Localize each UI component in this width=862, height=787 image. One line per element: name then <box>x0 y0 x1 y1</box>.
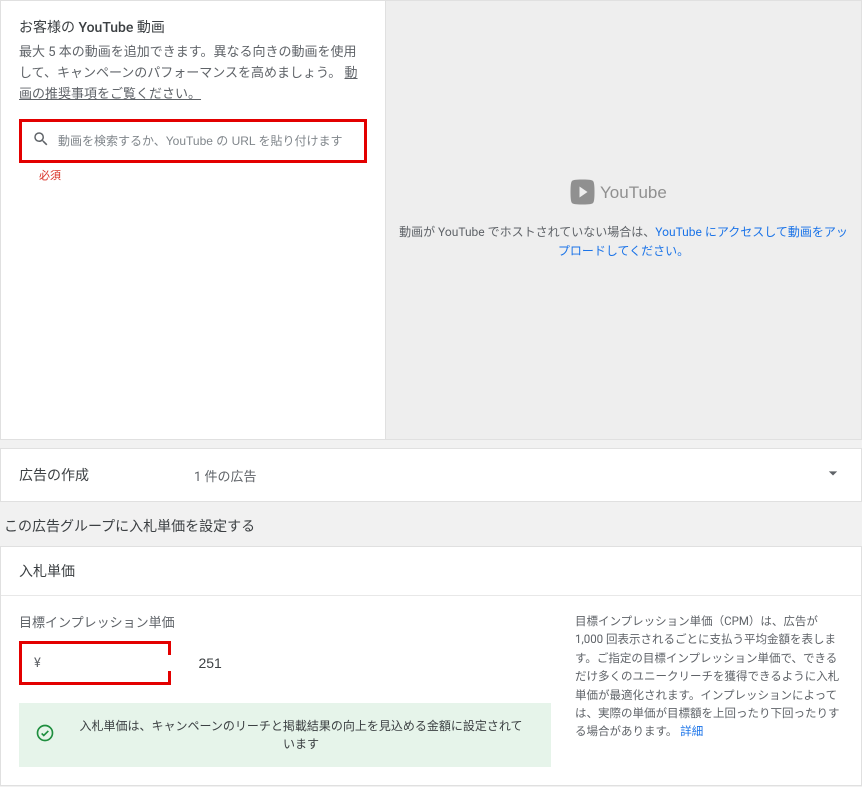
video-preview-panel: YouTube 動画が YouTube でホストされていない場合は、YouTub… <box>385 0 862 440</box>
bid-amount-input[interactable] <box>41 655 222 671</box>
ad-creation-row[interactable]: 広告の作成 1 件の広告 <box>0 448 862 502</box>
bid-input-box[interactable]: ¥ <box>19 641 171 685</box>
preview-hint-text: 動画が YouTube でホストされていない場合は、YouTube にアクセスし… <box>386 223 861 261</box>
youtube-panel-title: お客様の YouTube 動画 <box>19 17 367 37</box>
chevron-down-icon <box>823 463 843 487</box>
video-search-box[interactable] <box>19 119 367 163</box>
youtube-video-panel: お客様の YouTube 動画 最大 5 本の動画を追加できます。異なる向きの動… <box>0 0 385 440</box>
currency-symbol: ¥ <box>34 656 41 671</box>
bid-help-link[interactable]: 詳細 <box>680 724 703 738</box>
bid-field-label: 目標インプレッション単価 <box>19 612 551 631</box>
youtube-logo: YouTube <box>569 179 679 209</box>
search-icon <box>32 130 50 152</box>
video-search-input[interactable] <box>58 134 354 148</box>
bid-card: 入札単価 目標インプレッション単価 ¥ 入札単価は、キャンペーンのリーチと掲載結… <box>0 546 862 786</box>
youtube-panel-description: 最大 5 本の動画を追加できます。異なる向きの動画を使用して、キャンペーンのパフ… <box>19 43 367 105</box>
required-label: 必須 <box>39 167 367 183</box>
bid-info-banner: 入札単価は、キャンペーンのリーチと掲載結果の向上を見込める金額に設定されています <box>19 703 551 767</box>
svg-text:YouTube: YouTube <box>600 183 667 202</box>
bid-section-heading: この広告グループに入札単価を設定する <box>0 514 862 546</box>
bid-card-title: 入札単価 <box>1 547 861 596</box>
ad-creation-label: 広告の作成 <box>19 465 194 485</box>
ad-count: 1 件の広告 <box>194 466 823 485</box>
check-circle-icon <box>35 723 55 747</box>
bid-help-panel: 目標インプレッション単価（CPM）は、広告が 1,000 回表示されるごとに支払… <box>575 612 843 767</box>
bid-banner-text: 入札単価は、キャンペーンのリーチと掲載結果の向上を見込める金額に設定されています <box>67 717 535 753</box>
